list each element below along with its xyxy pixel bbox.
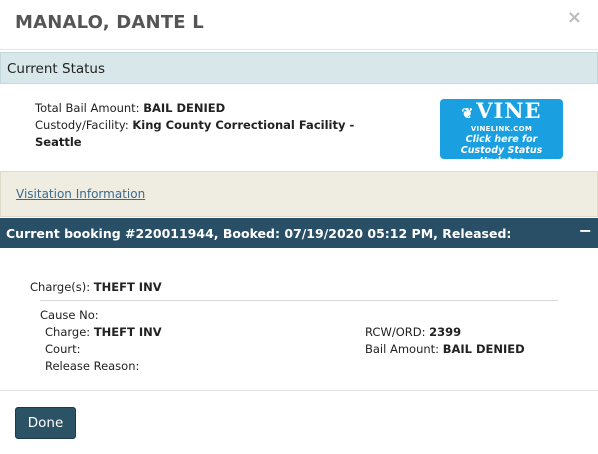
vine-leaf-icon: ❦ [461,106,475,122]
current-status-header: Current Status [0,52,598,84]
charge-value: THEFT INV [93,325,162,339]
total-bail-row: Total Bail Amount: BAIL DENIED [35,100,365,117]
cause-no-label: Cause No: [40,308,99,322]
booking-header[interactable]: Current booking #220011944, Booked: 07/1… [0,218,598,248]
vine-logo: ❦VINE [440,100,563,125]
bail-amount-label: Bail Amount: [365,342,440,356]
modal-header: MANALO, DANTE L × [0,0,598,50]
court-label: Court: [45,342,81,356]
rcw-row: RCW/ORD: 2399 [365,325,461,339]
inmate-name: MANALO, DANTE L [15,12,204,33]
total-bail-value: BAIL DENIED [143,101,226,115]
booking-title: Current booking #220011944, Booked: 07/1… [6,226,512,241]
vine-line2: Custody Status Updates [460,145,543,159]
vine-site: VINELINK.COM [470,125,533,133]
rcw-label: RCW/ORD: [365,325,426,339]
status-info: Total Bail Amount: BAIL DENIED Custody/F… [35,100,365,151]
vine-custody-updates-button[interactable]: ❦VINE VINELINK.COM Click here for Custod… [440,99,563,159]
charge-label: Charge: [45,325,91,339]
total-bail-label: Total Bail Amount: [35,101,140,115]
court-row: Court: [45,342,80,356]
charges-label: Charge(s): [30,280,91,294]
charges-value: THEFT INV [93,280,162,294]
done-button[interactable]: Done [15,407,76,439]
rcw-value: 2399 [429,325,462,339]
bail-amount-value: BAIL DENIED [442,342,525,356]
current-status-title: Current Status [7,61,106,77]
footer-divider [0,390,598,391]
visitation-information-link[interactable]: Visitation Information [16,187,145,201]
release-reason-row: Release Reason: [45,359,139,373]
close-icon[interactable]: × [567,8,582,28]
custody-row: Custody/Facility: King County Correction… [35,117,365,151]
charge-row: Charge: THEFT INV [45,325,162,339]
charges-summary: Charge(s): THEFT INV [30,280,162,294]
release-reason-label: Release Reason: [45,359,140,373]
inmate-detail-modal: MANALO, DANTE L × Current Status Total B… [0,0,598,454]
custody-label: Custody/Facility: [35,118,129,132]
vine-logo-text: VINE [476,99,542,123]
vine-line1: Click here for [465,134,538,145]
bail-amount-row: Bail Amount: BAIL DENIED [365,342,525,356]
cause-no-row: Cause No: [40,308,99,322]
charges-divider [40,300,558,301]
visitation-section: Visitation Information [0,171,598,217]
collapse-icon[interactable]: − [579,221,592,240]
